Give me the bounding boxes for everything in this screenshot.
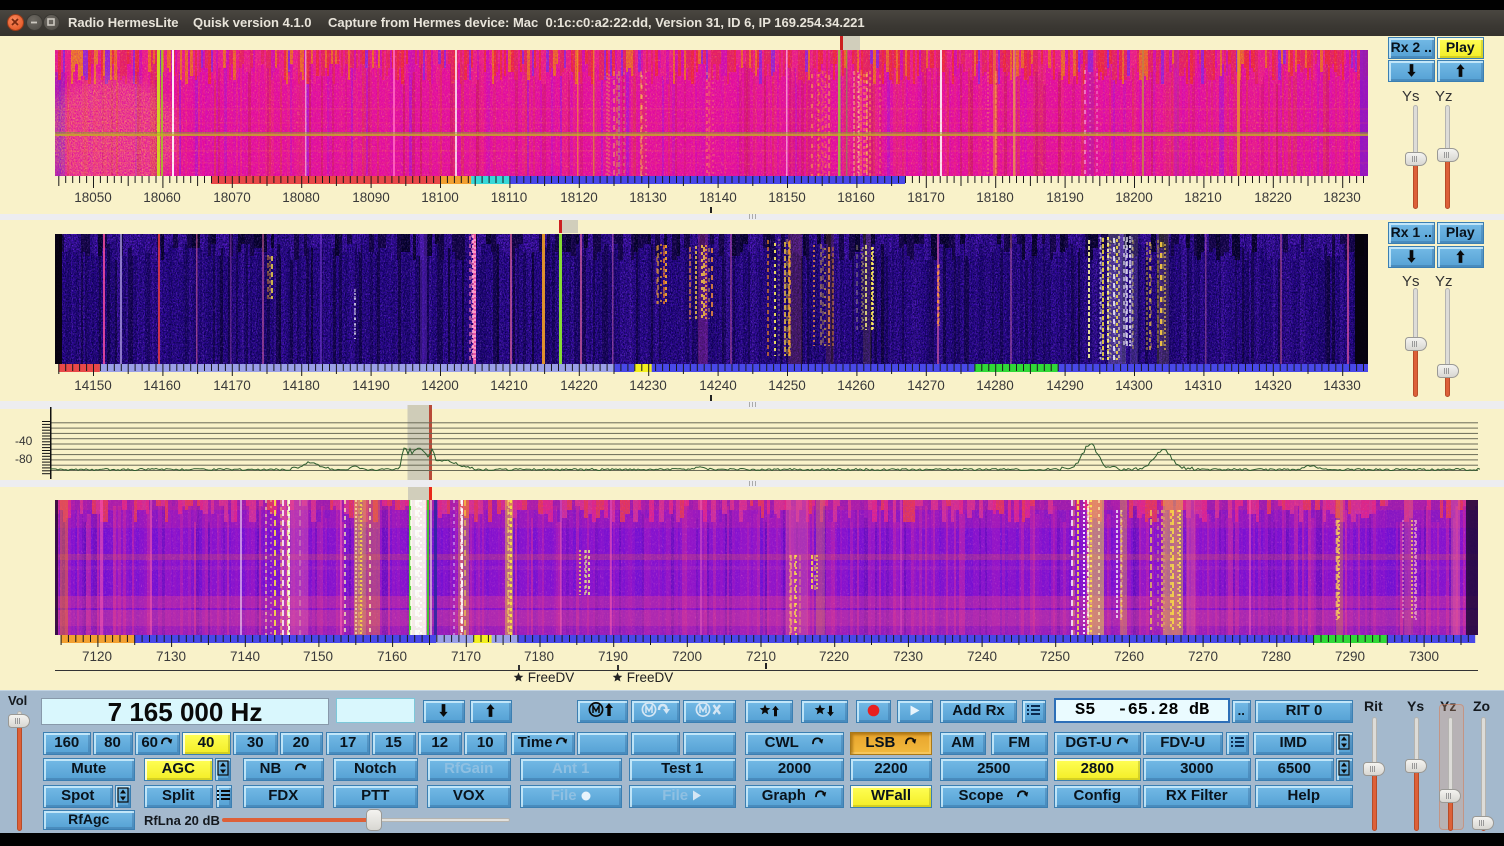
svg-text:14220: 14220 [560, 378, 598, 393]
svg-text:18170: 18170 [907, 190, 945, 205]
svg-text:14230: 14230 [629, 378, 667, 393]
svg-text:18100: 18100 [421, 190, 459, 205]
svg-text:7200: 7200 [672, 649, 702, 664]
svg-text:7190: 7190 [598, 649, 628, 664]
svg-text:18120: 18120 [560, 190, 598, 205]
svg-text:7280: 7280 [1261, 649, 1291, 664]
svg-text:7160: 7160 [377, 649, 407, 664]
svg-text:7240: 7240 [967, 649, 997, 664]
svg-text:14200: 14200 [421, 378, 459, 393]
svg-text:14180: 14180 [282, 378, 320, 393]
svg-text:14320: 14320 [1254, 378, 1292, 393]
svg-text:7220: 7220 [819, 649, 849, 664]
svg-text:14150: 14150 [74, 378, 112, 393]
svg-text:18110: 18110 [491, 190, 528, 205]
svg-text:14270: 14270 [907, 378, 945, 393]
svg-text:7180: 7180 [524, 649, 554, 664]
svg-text:14240: 14240 [699, 378, 737, 393]
svg-text:14260: 14260 [837, 378, 875, 393]
svg-text:14190: 14190 [352, 378, 390, 393]
svg-text:18050: 18050 [74, 190, 112, 205]
svg-text:14160: 14160 [143, 378, 181, 393]
svg-text:7210: 7210 [746, 649, 776, 664]
svg-text:7260: 7260 [1114, 649, 1144, 664]
svg-text:14280: 14280 [976, 378, 1014, 393]
svg-text:14300: 14300 [1115, 378, 1153, 393]
svg-text:7230: 7230 [893, 649, 923, 664]
svg-text:14310: 14310 [1184, 378, 1222, 393]
svg-text:14330: 14330 [1323, 378, 1361, 393]
svg-text:18190: 18190 [1046, 190, 1084, 205]
svg-text:18140: 18140 [699, 190, 737, 205]
svg-text:7170: 7170 [451, 649, 481, 664]
svg-text:7120: 7120 [82, 649, 112, 664]
svg-text:7150: 7150 [303, 649, 333, 664]
svg-text:7300: 7300 [1409, 649, 1439, 664]
svg-text:18080: 18080 [282, 190, 320, 205]
svg-text:7130: 7130 [156, 649, 186, 664]
svg-text:18180: 18180 [976, 190, 1014, 205]
svg-text:18130: 18130 [629, 190, 667, 205]
svg-text:14170: 14170 [213, 378, 251, 393]
svg-text:7290: 7290 [1335, 649, 1365, 664]
svg-text:18230: 18230 [1323, 190, 1361, 205]
svg-text:7140: 7140 [230, 649, 260, 664]
svg-text:14250: 14250 [768, 378, 806, 393]
svg-text:18150: 18150 [768, 190, 806, 205]
svg-text:18160: 18160 [837, 190, 875, 205]
svg-text:14290: 14290 [1046, 378, 1084, 393]
svg-text:18210: 18210 [1184, 190, 1222, 205]
svg-text:18090: 18090 [352, 190, 390, 205]
svg-text:18070: 18070 [213, 190, 251, 205]
svg-text:18220: 18220 [1254, 190, 1292, 205]
svg-text:7250: 7250 [1040, 649, 1070, 664]
svg-text:18200: 18200 [1115, 190, 1153, 205]
svg-text:14210: 14210 [490, 378, 528, 393]
svg-text:7270: 7270 [1188, 649, 1218, 664]
svg-text:18060: 18060 [143, 190, 181, 205]
